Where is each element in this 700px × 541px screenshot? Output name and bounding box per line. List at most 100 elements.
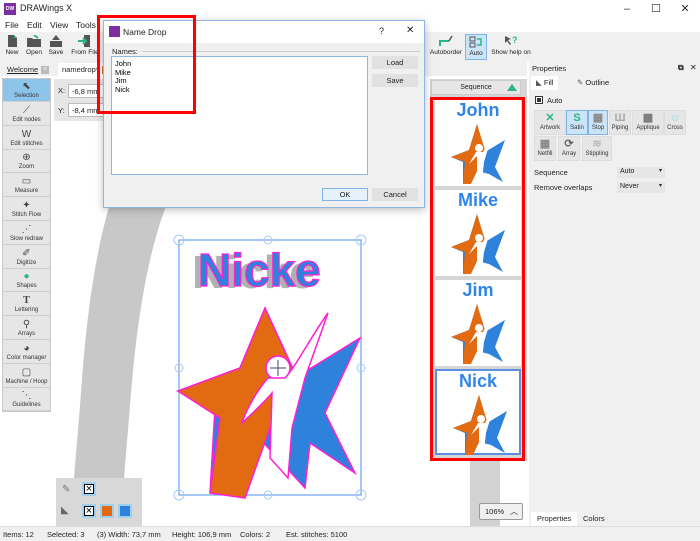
- dialog-close-button[interactable]: ✕: [406, 25, 414, 36]
- applique-icon: ▩: [642, 112, 654, 124]
- float-panel-icon[interactable]: ⧉: [678, 63, 684, 73]
- names-label: Names:: [112, 47, 138, 56]
- load-button[interactable]: Load: [372, 56, 418, 69]
- sequence-item-name: Nick: [458, 371, 498, 391]
- names-textarea[interactable]: [111, 56, 368, 175]
- fill-type-stippling[interactable]: ≋ Stippling: [582, 136, 612, 161]
- menu-tools[interactable]: Tools: [76, 20, 96, 30]
- ok-button[interactable]: OK: [322, 188, 368, 201]
- sequence-item[interactable]: John: [435, 100, 521, 186]
- title-bar: DW DRAWings X – ☐ ✕: [0, 0, 700, 18]
- no-fill-color-swatch[interactable]: ×: [82, 504, 96, 518]
- y-position-input[interactable]: -8,4 mm: [68, 103, 106, 117]
- maximize-button[interactable]: ☐: [641, 0, 671, 18]
- cancel-button[interactable]: Cancel: [372, 188, 418, 201]
- menu-view[interactable]: View: [50, 20, 68, 30]
- app-logo-icon: DW: [4, 3, 16, 15]
- remove-overlaps-select[interactable]: Never ▾: [617, 182, 665, 193]
- fill-type-applique[interactable]: ▩ Applique: [632, 110, 664, 135]
- position-box: X: -6,8 mm Y: -8,4 mm: [54, 79, 106, 121]
- design-text: Nicke: [198, 244, 321, 296]
- sequence-item[interactable]: Jim: [435, 280, 521, 366]
- arrays-icon: ⚲: [22, 319, 31, 330]
- fill-type-satin[interactable]: S Satin: [566, 110, 588, 135]
- tab-properties[interactable]: Properties: [531, 512, 578, 526]
- close-window-button[interactable]: ✕: [670, 0, 700, 18]
- edit-nodes-icon: ⟋: [23, 104, 30, 116]
- minimize-button[interactable]: –: [612, 0, 642, 18]
- tool-measure[interactable]: ▭ Measure: [3, 174, 50, 198]
- status-items: Items: 12: [3, 530, 34, 539]
- netfill-icon: ▦: [539, 138, 551, 150]
- tool-lettering[interactable]: T Lettering: [3, 293, 50, 317]
- close-tab-icon[interactable]: ×: [41, 66, 50, 75]
- color-swatch-blue[interactable]: [118, 504, 132, 518]
- menu-file[interactable]: File: [5, 20, 19, 30]
- tool-color-manager[interactable]: ◕ Color manager: [3, 341, 50, 364]
- help-button[interactable]: ?: [379, 26, 384, 36]
- edit-stitches-icon: W: [21, 128, 32, 140]
- auto-button[interactable]: Auto: [465, 34, 487, 60]
- names-separator: [142, 51, 420, 52]
- tool-machine-hoop[interactable]: ▢ Machine / Hoop: [3, 365, 50, 388]
- sequence-item[interactable]: Nick: [435, 369, 521, 455]
- artwork-icon: ✕: [545, 112, 555, 124]
- fill-type-cross[interactable]: ☺ Cross: [664, 110, 686, 135]
- stop-icon: ▦: [592, 112, 604, 124]
- fill-type-piping[interactable]: Ш Piping: [609, 110, 631, 135]
- fill-type-netfill[interactable]: ▦ Netfill: [534, 136, 556, 161]
- fill-bucket-icon: ◣: [61, 505, 69, 516]
- chevron-up-icon[interactable]: ︿: [510, 504, 518, 519]
- save-button[interactable]: Save: [47, 34, 65, 60]
- autoborder-button[interactable]: Autoborder: [429, 34, 463, 60]
- tool-arrays[interactable]: ⚲ Arrays: [3, 317, 50, 340]
- outline-pen-icon: ✎: [62, 484, 71, 495]
- new-button[interactable]: New: [3, 34, 21, 60]
- tool-edit-nodes[interactable]: ⟋ Edit nodes: [3, 103, 50, 126]
- tool-slow-redraw[interactable]: ⋰ Slow redraw: [3, 222, 50, 245]
- tool-shapes[interactable]: ● Shapes: [3, 269, 50, 293]
- no-outline-color-swatch[interactable]: ×: [82, 482, 96, 496]
- tab-welcome[interactable]: Welcome ×: [3, 63, 53, 76]
- collapse-up-icon[interactable]: [507, 84, 517, 91]
- cross-icon: ☺: [669, 112, 681, 124]
- open-button[interactable]: Open: [24, 34, 44, 60]
- tool-guidelines[interactable]: ⋱ Guidelines: [3, 388, 50, 412]
- embroidery-design[interactable]: Nicke Nicke: [170, 228, 370, 503]
- tool-edit-stitches[interactable]: W Edit stitches: [3, 127, 50, 150]
- auto-checkbox[interactable]: [535, 96, 543, 104]
- status-selected: Selected: 3: [47, 530, 85, 539]
- menu-edit[interactable]: Edit: [27, 20, 42, 30]
- zoom-level-control[interactable]: 106% ︿: [479, 503, 523, 520]
- tool-selection[interactable]: ⬉ Selection: [3, 79, 50, 102]
- tab-colors[interactable]: Colors: [577, 512, 611, 526]
- fill-type-artwork[interactable]: ✕ Artwork: [534, 110, 566, 135]
- sequence-header[interactable]: Sequence: [431, 80, 521, 95]
- save-names-button[interactable]: Save: [372, 74, 418, 87]
- x-position-input[interactable]: -6,8 mm: [68, 84, 106, 98]
- status-stitches: Est. stitches: 5100: [286, 530, 348, 539]
- help-pointer-icon: ?: [505, 35, 518, 45]
- sequence-item[interactable]: Mike: [435, 190, 521, 276]
- sequence-select[interactable]: Auto ▾: [617, 167, 665, 178]
- tool-digitize[interactable]: ✐ Digitize: [3, 246, 50, 269]
- pen-icon: ✎: [577, 78, 584, 87]
- color-swatch-orange[interactable]: [100, 504, 114, 518]
- tab-fill[interactable]: ◣ Fill: [531, 76, 559, 90]
- tool-zoom[interactable]: ⊕ Zoom: [3, 150, 50, 174]
- svg-text:?: ?: [512, 35, 518, 45]
- color-manager-icon: ◕: [23, 342, 30, 354]
- fill-type-array[interactable]: ⟳ Array: [558, 136, 580, 161]
- dropdown-arrow-icon: ▾: [658, 183, 662, 189]
- tool-stitch-flow[interactable]: ✦ Stitch Flow: [3, 198, 50, 221]
- auto-icon: [469, 36, 482, 48]
- show-help-on-button[interactable]: ? Show help on: [490, 34, 532, 60]
- tab-outline[interactable]: ✎ Outline: [572, 76, 614, 90]
- star-logo-thumbnail: [451, 304, 505, 364]
- fill-type-stop[interactable]: ▦ Stop: [588, 110, 608, 135]
- y-label: Y:: [58, 106, 65, 115]
- sequence-label: Sequence: [534, 168, 568, 177]
- close-panel-icon[interactable]: ✕: [690, 63, 697, 72]
- from-file-button[interactable]: From File: [68, 34, 102, 60]
- slow-redraw-icon: ⋰: [21, 223, 32, 235]
